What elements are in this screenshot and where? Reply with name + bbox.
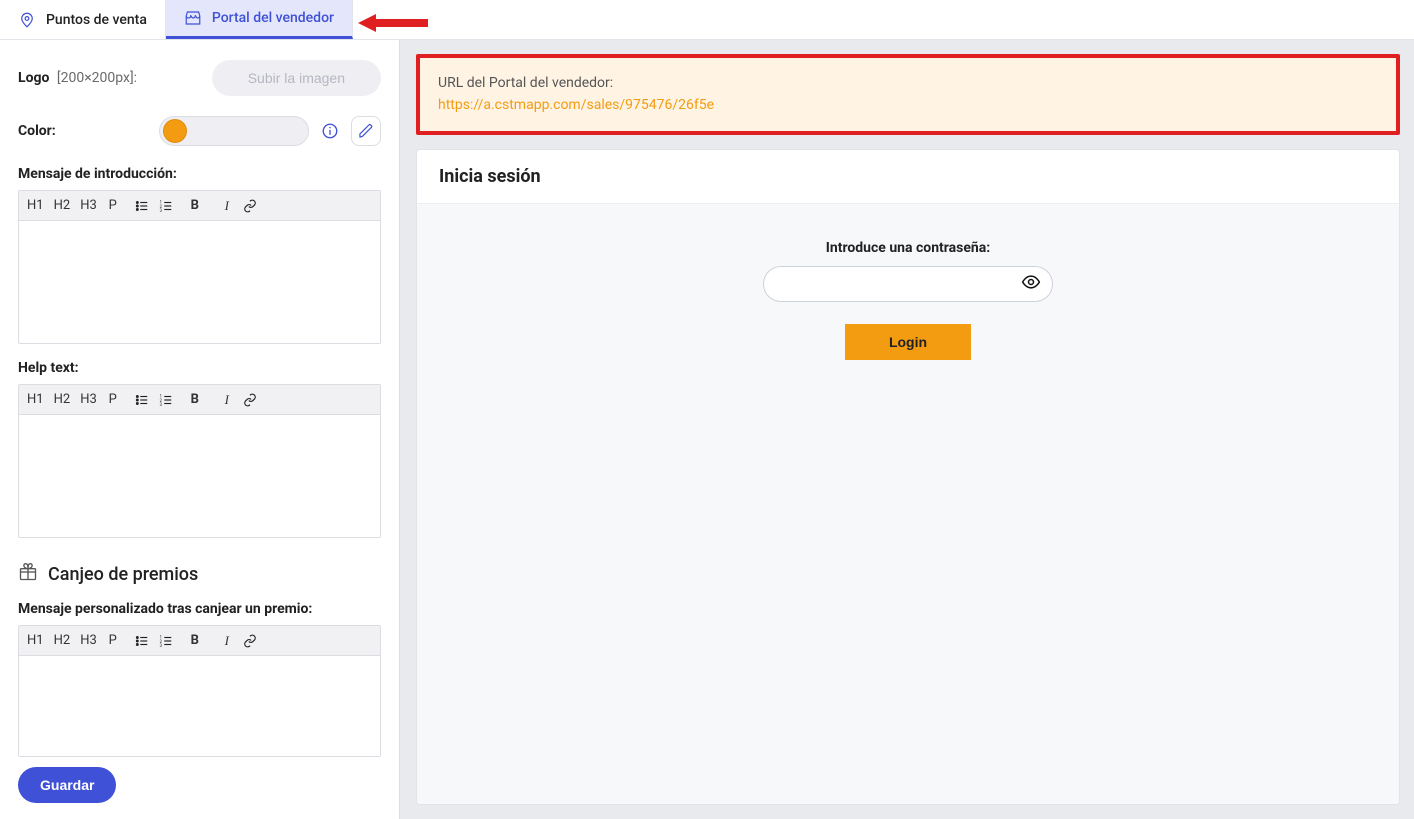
svg-text:3: 3 [159, 207, 162, 212]
h2-button[interactable]: H2 [50, 388, 75, 412]
color-label: Color: [18, 123, 56, 139]
password-input[interactable] [763, 266, 1053, 302]
portal-url-box: URL del Portal del vendedor: https://a.c… [416, 54, 1400, 135]
eye-icon[interactable] [1021, 272, 1041, 296]
h2-button[interactable]: H2 [50, 194, 75, 218]
edit-color-button[interactable] [351, 116, 381, 146]
prizes-heading: Canjeo de premios [48, 564, 198, 585]
intro-editor: H1 H2 H3 P 123 B I [18, 190, 381, 344]
editor-toolbar: H1 H2 H3 P 123 B I [19, 385, 380, 415]
h3-button[interactable]: H3 [76, 629, 101, 653]
h2-button[interactable]: H2 [50, 629, 75, 653]
p-button[interactable]: P [103, 388, 123, 412]
bullet-list-button[interactable] [131, 194, 153, 218]
help-editor-body[interactable] [19, 415, 380, 537]
gift-icon [18, 562, 38, 587]
color-swatch [163, 119, 187, 143]
editor-toolbar: H1 H2 H3 P 123 B I [19, 626, 380, 656]
h3-button[interactable]: H3 [76, 388, 101, 412]
tab-label: Portal del vendedor [212, 10, 334, 26]
login-preview: Inicia sesión Introduce una contraseña: … [416, 149, 1400, 805]
p-button[interactable]: P [103, 629, 123, 653]
pin-icon [18, 11, 36, 29]
preview-title: Inicia sesión [417, 150, 1399, 204]
settings-sidebar: Logo [200×200px]: Subir la imagen Color: [0, 40, 400, 819]
preview-panel: URL del Portal del vendedor: https://a.c… [400, 40, 1414, 819]
prize-editor: H1 H2 H3 P 123 B I [18, 625, 381, 757]
numbered-list-button[interactable]: 123 [155, 388, 177, 412]
link-button[interactable] [239, 194, 261, 218]
intro-editor-body[interactable] [19, 221, 380, 343]
tab-puntos-de-venta[interactable]: Puntos de venta [0, 0, 166, 39]
tabs-bar: Puntos de venta Portal del vendedor [0, 0, 1414, 40]
tab-label: Puntos de venta [46, 12, 147, 28]
h1-button[interactable]: H1 [23, 388, 48, 412]
editor-toolbar: H1 H2 H3 P 123 B I [19, 191, 380, 221]
storefront-icon [184, 9, 202, 27]
logo-label: Logo [18, 70, 49, 86]
color-pill[interactable] [159, 116, 309, 146]
bullet-list-button[interactable] [131, 629, 153, 653]
prize-editor-body[interactable] [19, 656, 380, 756]
numbered-list-button[interactable]: 123 [155, 194, 177, 218]
link-button[interactable] [239, 388, 261, 412]
help-text-label: Help text: [18, 360, 381, 376]
tab-portal-vendedor[interactable]: Portal del vendedor [166, 0, 353, 39]
upload-image-button[interactable]: Subir la imagen [212, 60, 381, 96]
bold-button[interactable]: B [185, 388, 205, 412]
portal-url-link[interactable]: https://a.cstmapp.com/sales/975476/26f5e [438, 94, 1378, 116]
password-label: Introduce una contraseña: [826, 240, 990, 256]
italic-button[interactable]: I [217, 388, 237, 412]
logo-size-hint: [200×200px]: [57, 70, 137, 86]
help-editor: H1 H2 H3 P 123 B I [18, 384, 381, 538]
prize-message-label: Mensaje personalizado tras canjear un pr… [18, 601, 381, 617]
bold-button[interactable]: B [185, 629, 205, 653]
svg-text:3: 3 [159, 401, 162, 406]
h1-button[interactable]: H1 [23, 629, 48, 653]
h3-button[interactable]: H3 [76, 194, 101, 218]
numbered-list-button[interactable]: 123 [155, 629, 177, 653]
bullet-list-button[interactable] [131, 388, 153, 412]
intro-message-label: Mensaje de introducción: [18, 166, 381, 182]
h1-button[interactable]: H1 [23, 194, 48, 218]
info-icon[interactable] [315, 116, 345, 146]
bold-button[interactable]: B [185, 194, 205, 218]
svg-text:3: 3 [159, 642, 162, 647]
login-button[interactable]: Login [845, 324, 971, 360]
save-button[interactable]: Guardar [18, 767, 116, 803]
italic-button[interactable]: I [217, 629, 237, 653]
portal-url-label: URL del Portal del vendedor: [438, 72, 1378, 94]
link-button[interactable] [239, 629, 261, 653]
p-button[interactable]: P [103, 194, 123, 218]
italic-button[interactable]: I [217, 194, 237, 218]
